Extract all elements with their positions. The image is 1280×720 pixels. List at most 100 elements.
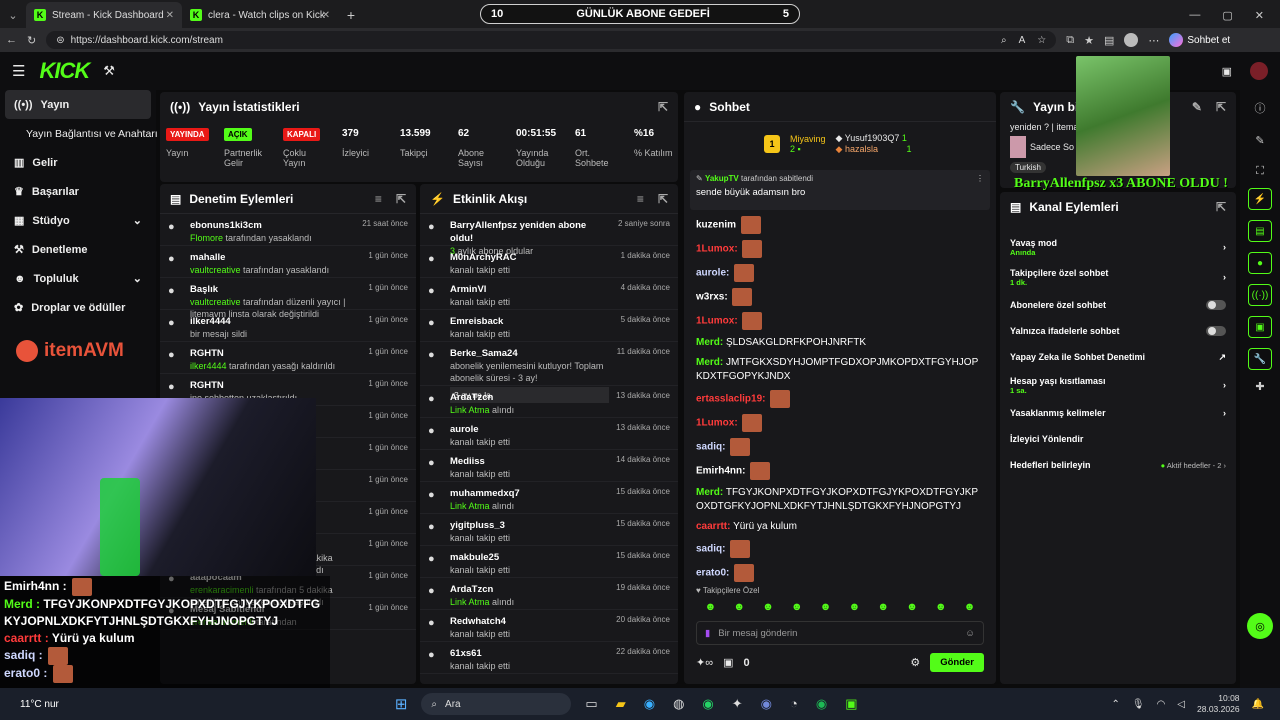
action-ai-moderation[interactable]: Yapay Zeka ile Sohbet Denetimi ↗ [1000,344,1236,370]
sidebar-item-yayin[interactable]: ((•)) Yayın [5,90,151,119]
emote-icon[interactable]: ☻ [820,601,832,613]
user-avatar[interactable] [1250,62,1268,80]
chat-message[interactable]: w3rxs: [684,288,996,306]
emote-only-toggle[interactable] [1206,326,1226,336]
chat-message[interactable]: Merd: ŞLDSAKGLDRFKPOHJNRFTK [684,336,996,350]
chat-message[interactable]: Merd: TFGYJKONPXDTFGYJKOPXDTFGJYKPOXDTFG… [684,486,996,514]
sidebar-item-gelir[interactable]: ▥ Gelir [0,148,156,177]
emote-icon[interactable]: ☻ [705,601,717,613]
chat-username[interactable]: sadiq: [696,544,725,555]
tag-chip[interactable]: Turkish [1010,162,1046,173]
moderation-row[interactable]: ● RGHTN ilker4444 tarafından yasağı kaldır… [160,342,416,374]
pin-tool-icon[interactable]: ⚒ [103,63,115,79]
activity-row[interactable]: ● makbule25 kanalı takip etti 15 dakika ön… [420,546,678,578]
row-actor[interactable]: Flomore [190,233,223,243]
moderation-row[interactable]: ● ilker4444 bir mesajı sildi 1 gün önce [160,310,416,342]
pinned-message[interactable]: ✎ YakupTV tarafından sabitlendi ⋮ sende … [690,170,990,210]
chat-username[interactable]: 1Lumox: [696,418,738,429]
chevron-up-icon[interactable]: ⌃ [1111,699,1119,710]
filter-icon[interactable]: ≡ [637,192,644,206]
close-tab-icon[interactable]: ✕ [166,10,174,21]
chat-username[interactable]: 1Lumox: [696,316,738,327]
activity-row[interactable]: ● muhammedxq7 Link Atma alındı 15 dakika ön… [420,482,678,514]
collections-icon[interactable]: ▤ [1104,34,1114,47]
rail-bolt-icon[interactable]: ⚡ [1248,188,1272,210]
more-icon[interactable]: ⋯ [1148,34,1159,47]
display-icon[interactable]: ▣ [1222,65,1232,78]
activity-row[interactable]: ● Berke_Sama24 abonelik yenilemesini kutl… [420,342,678,403]
chat-message[interactable]: 1Lumox: [684,240,996,258]
action-goals[interactable]: Hedefleri belirleyin ● Aktif hedefler - 2… [1000,452,1236,478]
app-icon[interactable]: ◔ [790,696,798,712]
gifter-name[interactable]: Miyaving [790,134,826,144]
back-icon[interactable]: ← [6,34,17,46]
action-emote-only[interactable]: Yalnızca ifadelerle sohbet [1000,318,1236,344]
action-slow-mode[interactable]: Yavaş mod Anında › [1000,232,1236,262]
popout-icon[interactable]: ⇱ [1216,200,1226,214]
profile-avatar[interactable] [1124,33,1139,47]
chat-input[interactable]: ▮ Bir mesaj gönderin ☺ [696,621,984,645]
send-button[interactable]: Gönder [930,653,984,672]
chat-message[interactable]: aurole: [684,264,996,282]
popout-icon[interactable]: ⇱ [1216,100,1226,114]
row-actor[interactable]: vaultcreative [190,297,241,307]
unpin-icon[interactable]: ⋮ [976,174,984,183]
new-tab-icon[interactable]: + [338,2,364,28]
info-icon[interactable]: ⓘ [1240,100,1280,116]
edge-icon[interactable]: ◉ [644,696,655,712]
points-icon[interactable]: ✦∞ [696,656,713,669]
emote-icon[interactable]: ☻ [762,601,774,613]
moderation-row[interactable]: ● ebonuns1ki3cm Flomore tarafından yasakla… [160,214,416,246]
mic-icon[interactable]: 🎙 [1132,699,1145,710]
chat-username[interactable]: aurole: [696,268,729,279]
extensions-icon[interactable]: ⧉ [1066,34,1074,47]
row-actor[interactable]: Link Atma [450,501,490,511]
row-actor[interactable]: ilker4444 [190,361,227,371]
activity-row[interactable]: ● ArdaTzcn Link Atma alındı 13 dakika önce [420,386,678,418]
task-view-icon[interactable]: ▭ [585,696,597,712]
chat-message[interactable]: Merd: JMTFGKXSDYHJOMPTFGDXOPJMKOPDXTFGYH… [684,356,996,384]
chat-message[interactable]: sadiq: [684,438,996,456]
taskbar-search[interactable]: ⌕ Ara [421,693,572,715]
whatsapp-icon[interactable]: ◉ [702,696,713,712]
rail-doc-icon[interactable]: ▤ [1248,220,1272,242]
chat-settings-icon[interactable]: ⚙ [910,656,920,669]
rail-chat-icon[interactable]: ● [1248,252,1272,274]
chat-username[interactable]: 1Lumox: [696,244,738,255]
chat-message[interactable]: sadiq: [684,540,996,558]
emote-icon[interactable]: ☻ [935,601,947,613]
activity-row[interactable]: ● M0nArchyRAC kanalı takip etti 1 dakika ö… [420,246,678,278]
chat-username[interactable]: Merd: [696,357,723,368]
row-actor[interactable]: Link Atma [450,405,490,415]
chat-message[interactable]: erato0: [684,564,996,582]
volume-icon[interactable]: ◁ [1177,699,1185,710]
chat-username[interactable]: Merd: [696,487,723,498]
chat-username[interactable]: ertasslaclip19: [696,394,766,405]
chat-username[interactable]: w3rxs: [696,292,728,303]
action-account-age[interactable]: Hesap yaşı kısıtlaması 1 sa. › [1000,370,1236,400]
popout-icon[interactable]: ⇱ [658,192,668,206]
activity-row[interactable]: ● ArminVl kanalı takip etti 4 dakika önce [420,278,678,310]
popout-icon[interactable]: ⇱ [658,100,668,114]
file-explorer-icon[interactable]: ▰ [616,696,626,712]
emote-icon[interactable]: ☻ [877,601,889,613]
sidebar-item-topluluk[interactable]: ☻ Topluluk ⌄ [0,264,156,293]
clock[interactable]: 10:08 28.03.2026 [1197,693,1240,715]
menu-icon[interactable]: ☰ [12,62,25,80]
close-window-icon[interactable]: ✕ [1255,9,1264,22]
pencil-icon[interactable]: ✎ [1240,134,1280,147]
activity-row[interactable]: ● Redwhatch4 kanalı takip etti 20 dakika ö… [420,610,678,642]
rail-panel-icon[interactable]: ▣ [1248,316,1272,338]
favorites-icon[interactable]: ★ [1084,34,1094,47]
action-banned-words[interactable]: Yasaklanmış kelimeler › [1000,400,1236,426]
activity-row[interactable]: ● yigitpluss_3 kanalı takip etti 15 dakika… [420,514,678,546]
read-aloud-icon[interactable]: A [1019,35,1026,46]
activity-row[interactable]: ● Emreisback kanalı takip etti 5 dakika ön… [420,310,678,342]
action-subs-only[interactable]: Abonelere özel sohbet [1000,292,1236,318]
chat-username[interactable]: caarrtt: [696,521,730,532]
moderation-row[interactable]: ● Başlık vaultcreative tarafından düzenli … [160,278,416,319]
url-field[interactable]: ⊜ https://dashboard.kick.com/stream ⌕ A ☆ [46,31,1057,49]
chat-message[interactable]: ertasslaclip19: [684,390,996,408]
emote-icon[interactable]: ☻ [733,601,745,613]
chat-username[interactable]: Emirh4nn: [696,466,745,477]
